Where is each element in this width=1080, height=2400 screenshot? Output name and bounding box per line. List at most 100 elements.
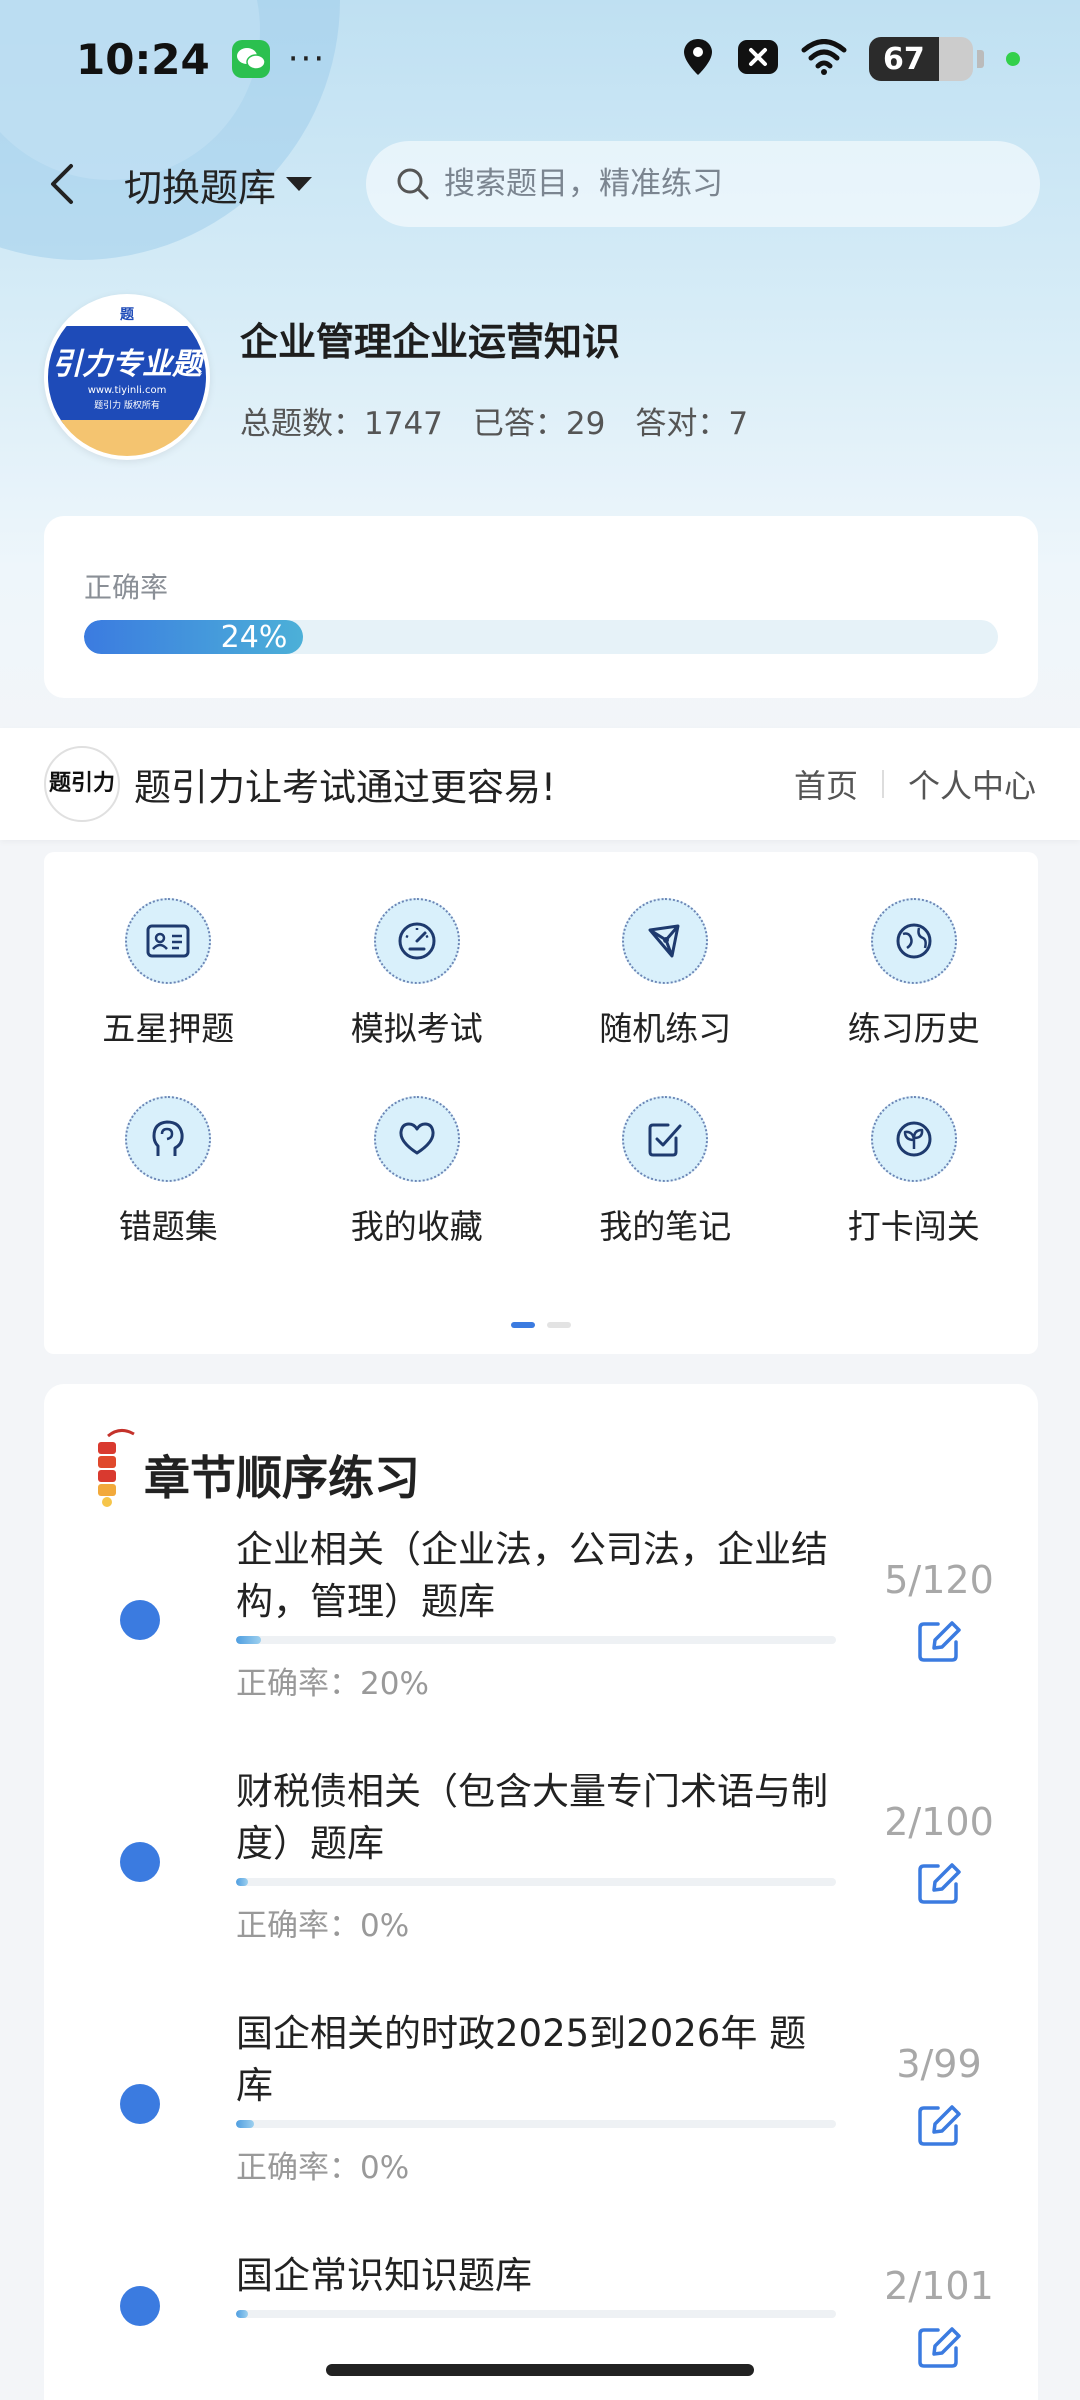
head-icon	[125, 1096, 212, 1182]
chapter-item[interactable]: 国企相关的时政2025到2026年 题库 正确率：0% 3/99	[44, 2008, 1038, 2250]
accuracy-value: 24%	[220, 620, 288, 654]
id-card-icon	[125, 898, 212, 984]
home-indicator[interactable]	[326, 2364, 754, 2376]
pagination-dots	[44, 1322, 1038, 1328]
switch-bank-label: 切换题库	[124, 165, 277, 210]
status-bar: 10:24 ··· 67	[0, 0, 1080, 118]
logo-copyright: 题引力 版权所有	[94, 401, 160, 411]
feature-label: 练习历史	[847, 1009, 980, 1048]
status-more-dots: ···	[287, 39, 327, 79]
chapter-section-title: 章节顺序练习	[144, 1451, 420, 1505]
heart-icon	[373, 1096, 460, 1182]
chapter-name: 国企相关的时政2025到2026年 题库	[236, 2012, 807, 2107]
wifi-icon	[801, 39, 847, 79]
chapter-bullet	[120, 1842, 160, 1882]
bank-logo[interactable]: 题 引力专业题 www.tiyinli.com 题引力 版权所有	[44, 294, 210, 460]
caret-down-icon	[286, 177, 313, 191]
logo-text: 题引力	[48, 771, 115, 796]
logo-main-text: 引力专业题	[52, 347, 202, 382]
bank-info: 题 引力专业题 www.tiyinli.com 题引力 版权所有 企业管理企业运…	[44, 292, 1044, 462]
slogan-text: 题引力让考试通过更容易!	[134, 766, 556, 809]
feature-label: 模拟考试	[350, 1009, 483, 1048]
chapter-bullet	[120, 1600, 160, 1640]
bank-stats: 总题数：1747 已答：29 答对：7	[240, 398, 748, 443]
notification-x-icon	[737, 39, 779, 79]
edit-icon[interactable]	[914, 2100, 964, 2150]
sprout-icon	[870, 1096, 957, 1182]
switch-bank-button[interactable]: 切换题库	[124, 157, 313, 212]
edit-icon[interactable]	[914, 2322, 964, 2372]
battery-level: 67	[883, 41, 925, 77]
firecracker-icon	[98, 1429, 135, 1507]
tiyinli-logo: 题引力	[44, 746, 120, 822]
search-box[interactable]	[366, 141, 1040, 227]
battery-icon: 67	[869, 37, 973, 81]
slogan-bar: 题引力 题引力让考试通过更容易! 首页 个人中心	[0, 728, 1080, 840]
chapter-item[interactable]: 财税债相关（包含大量专门术语与制度）题库 正确率：0% 2/100	[44, 1766, 1038, 2008]
stat-answered: 已答：29	[472, 406, 606, 442]
feature-mock-exam[interactable]: 模拟考试	[293, 898, 542, 1050]
home-link[interactable]: 首页	[794, 761, 858, 807]
chapter-count: 3/99	[896, 2042, 982, 2086]
feature-label: 错题集	[118, 1207, 218, 1246]
chapter-bullet	[120, 2084, 160, 2124]
chapter-name: 企业相关（企业法，公司法，企业结构，管理）题库	[236, 1528, 828, 1623]
edit-icon[interactable]	[914, 1858, 964, 1908]
search-input[interactable]	[444, 166, 1004, 202]
chapter-name: 国企常识知识题库	[236, 2254, 532, 2297]
feature-label: 随机练习	[599, 1009, 732, 1048]
chapter-accuracy: 正确率：20%	[236, 1666, 429, 1702]
accuracy-label: 正确率	[84, 571, 169, 604]
accuracy-progress-fill: 24%	[84, 620, 304, 654]
top-navigation: 切换题库	[0, 140, 1080, 228]
chapter-name: 财税债相关（包含大量专门术语与制度）题库	[236, 1770, 828, 1865]
app-page: 10:24 ··· 67 切换题库 搜索题目，精准练习 题 引力专业题 www.…	[0, 0, 1080, 2400]
feature-favorites[interactable]: 我的收藏	[293, 1096, 542, 1248]
chapter-progress-bar	[236, 2310, 836, 2318]
globe-icon	[870, 898, 957, 984]
location-icon	[681, 37, 715, 81]
chapter-accuracy: 正确率：0%	[236, 1908, 410, 1944]
feature-check-in[interactable]: 打卡闯关	[790, 1096, 1039, 1248]
feature-label: 打卡闯关	[847, 1207, 980, 1246]
accuracy-progress-bar: 24%	[84, 620, 998, 654]
feature-card: 五星押题 模拟考试 随机练习 练习历史 错题集 我的收藏 我的笔记 打卡闯关	[44, 852, 1038, 1354]
chapter-card: 章节顺序练习 企业相关（企业法，公司法，企业结构，管理）题库 正确率：20% 5…	[44, 1384, 1038, 2400]
feature-grid: 五星押题 模拟考试 随机练习 练习历史 错题集 我的收藏 我的笔记 打卡闯关	[44, 852, 1038, 1248]
wechat-icon	[231, 40, 270, 78]
feature-label: 我的笔记	[599, 1207, 732, 1246]
feature-wrong-questions[interactable]: 错题集	[44, 1096, 293, 1248]
feature-practice-history[interactable]: 练习历史	[790, 898, 1039, 1050]
page-dot[interactable]	[547, 1322, 571, 1328]
chapter-item[interactable]: 国企常识知识题库 2/101	[44, 2250, 1038, 2400]
status-time: 10:24	[76, 34, 210, 84]
logo-url: www.tiyinli.com	[87, 385, 167, 396]
chapter-item[interactable]: 企业相关（企业法，公司法，企业结构，管理）题库 正确率：20% 5/120	[44, 1524, 1038, 1766]
profile-link[interactable]: 个人中心	[908, 761, 1036, 807]
stat-total: 总题数：1747	[240, 406, 443, 442]
feature-label: 五星押题	[102, 1009, 235, 1048]
status-icons: 67	[681, 37, 1020, 81]
chapter-bullet	[120, 2286, 160, 2326]
feature-notes[interactable]: 我的笔记	[541, 1096, 790, 1248]
feature-label: 我的收藏	[350, 1207, 483, 1246]
chapter-count: 5/120	[884, 1558, 994, 1602]
page-dot-active[interactable]	[511, 1322, 535, 1328]
edit-icon[interactable]	[914, 1616, 964, 1666]
divider	[881, 770, 884, 798]
bank-title: 企业管理企业运营知识	[240, 320, 621, 364]
chapter-accuracy: 正确率：0%	[236, 2150, 410, 2186]
logo-top-mark: 题	[120, 307, 134, 323]
stat-correct: 答对：7	[635, 406, 749, 442]
gauge-icon	[373, 898, 460, 984]
feature-five-star[interactable]: 五星押题	[44, 898, 293, 1050]
privacy-indicator-dot	[1006, 52, 1020, 66]
chapter-progress-bar	[236, 1878, 836, 1886]
chapter-progress-bar	[236, 2120, 836, 2128]
feature-random-practice[interactable]: 随机练习	[541, 898, 790, 1050]
battery-tip	[977, 50, 984, 68]
accuracy-card: 正确率 24%	[44, 516, 1038, 698]
back-button[interactable]	[40, 154, 84, 214]
chapter-count: 2/100	[884, 1800, 994, 1844]
search-icon	[397, 168, 429, 200]
